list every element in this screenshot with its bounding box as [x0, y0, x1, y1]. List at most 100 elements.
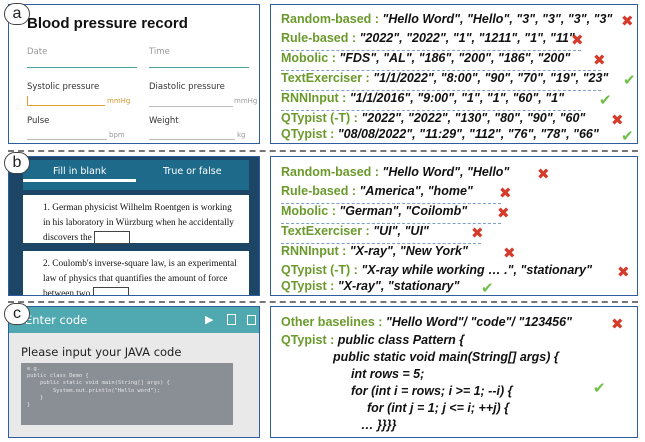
generated-values: "X-ray", "New York" [349, 244, 468, 258]
pulse-unit: bpm [109, 131, 125, 139]
cross-icon: ✖ [621, 12, 634, 30]
answer-blank-1[interactable] [94, 231, 131, 245]
quiz-screenshot: Fill in blank True or false 1. German ph… [8, 156, 260, 296]
quiz-tab-bar: Fill in blank True or false [23, 160, 249, 190]
result-row: Random-based : "Hello Word", "Hello" [281, 165, 509, 179]
method-label: Other baselines : [281, 315, 386, 329]
method-label: TextExerciser : [281, 224, 374, 238]
method-label: RNNInput : [281, 91, 350, 105]
section-divider [8, 150, 638, 152]
result-row: QTypist (-T) : "2022", "2022", "130", "8… [281, 111, 585, 125]
generated-values: "2022", "2022", "1", "1211", "1", "11" [359, 31, 575, 45]
result-row: RNNInput : "1/1/2016", "9:00", "1", "1",… [281, 91, 564, 105]
result-row: QTypist : "08/08/2022", "11:29", "112", … [281, 127, 599, 141]
method-label: Rule-based : [281, 184, 360, 198]
cross-icon: ✖ [499, 184, 512, 202]
generated-values: "08/08/2022", "11:29", "112", "76", "78"… [337, 127, 599, 141]
cross-icon: ✖ [497, 204, 510, 222]
code-input[interactable]: e.g. public class Demo { public static v… [21, 363, 233, 425]
question-card-2: 2. Coulomb's inverse-square law, is an e… [23, 251, 249, 296]
pulse-field[interactable] [27, 139, 107, 140]
method-label: Rule-based : [281, 31, 360, 45]
blood-pressure-screenshot: Blood pressure record Date Time Systolic… [8, 4, 260, 144]
form-title: Blood pressure record [27, 15, 188, 32]
code-line: int rows = 5; [351, 367, 425, 381]
app-bar-title: Enter code [25, 313, 88, 327]
method-label: QTypist : [281, 127, 338, 141]
generated-values: "2022", "2022", "130", "80", "90", "60" [361, 111, 586, 125]
panel-c-results: Other baselines : "Hello Word"/ "code"/ … [270, 306, 638, 438]
result-row: QTypist (-T) : "X-ray while working … ."… [281, 263, 592, 277]
section-divider [8, 301, 638, 303]
date-field[interactable] [27, 67, 137, 68]
method-label: RNNInput : [281, 244, 350, 258]
check-icon: ✔ [593, 379, 606, 397]
result-row: TextExerciser : "UI", "UI" [281, 224, 429, 238]
result-row: Mobolic : "German", "Coilomb" [281, 204, 467, 218]
app-bar: Enter code ▶ [9, 307, 259, 333]
result-row: QTypist : public class Pattern { [281, 333, 464, 347]
tab-true-or-false[interactable]: True or false [163, 166, 222, 177]
method-label: QTypist (-T) : [281, 111, 362, 125]
time-field[interactable] [149, 67, 249, 68]
method-label: QTypist : [281, 279, 338, 293]
result-row: Random-based : "Hello Word", "Hello", "3… [281, 12, 612, 26]
result-row: QTypist : "X-ray", "stationary" [281, 279, 459, 293]
method-label: QTypist : [281, 333, 338, 347]
generated-values: "X-ray while working … .", "stationary" [361, 263, 593, 277]
answer-blank-2[interactable] [92, 287, 129, 295]
generated-values: "FDS", "AL", "186", "200", "186", "200" [339, 51, 571, 65]
code-line: public static void main(String[] args) { [333, 350, 559, 364]
question-2-text: 2. Coulomb's inverse-square law, is an e… [43, 259, 237, 296]
method-label: Mobolic : [281, 204, 340, 218]
code-line: for (int j = 1; j <= i; ++j) { [367, 401, 510, 415]
active-tab-indicator [23, 179, 136, 182]
code-prompt: Please input your JAVA code [21, 345, 182, 359]
result-row: Mobolic : "FDS", "AL", "186", "200", "18… [281, 51, 570, 65]
date-label: Date [27, 47, 48, 57]
generated-values: "X-ray", "stationary" [337, 279, 460, 293]
diastolic-label: Diastolic pressure [149, 82, 225, 92]
tab-fill-in-blank[interactable]: Fill in blank [53, 166, 106, 177]
cross-icon: ✖ [571, 31, 584, 49]
method-label: Mobolic : [281, 51, 340, 65]
generated-values: "German", "Coilomb" [339, 204, 468, 218]
weight-field[interactable] [149, 139, 235, 140]
systolic-unit: mmHg [107, 97, 131, 105]
panel-a-badge: a [4, 3, 30, 25]
exit-icon[interactable] [247, 315, 256, 325]
check-icon: ✔ [623, 71, 636, 89]
generated-values: "America", "home" [359, 184, 473, 198]
generated-values: "Hello Word", "Hello" [382, 165, 510, 179]
code-input-screenshot: Enter code ▶ Please input your JAVA code… [8, 306, 260, 438]
result-row: Rule-based : "2022", "2022", "1", "1211"… [281, 31, 575, 45]
run-icon[interactable]: ▶ [205, 313, 213, 326]
systolic-field[interactable] [27, 96, 105, 106]
method-label: Random-based : [281, 165, 383, 179]
cross-icon: ✖ [593, 51, 606, 69]
panel-a-results: Random-based : "Hello Word", "Hello", "3… [270, 4, 638, 145]
cross-icon: ✖ [537, 165, 550, 183]
panel-c-badge: c [4, 303, 30, 325]
result-row: TextExerciser : "1/1/2022", "8:00", "90"… [281, 71, 608, 85]
result-row: Rule-based : "America", "home" [281, 184, 473, 198]
method-label: QTypist (-T) : [281, 263, 362, 277]
time-label: Time [149, 47, 170, 57]
method-label: TextExerciser : [281, 71, 374, 85]
file-icon[interactable] [227, 314, 236, 325]
weight-label: Weight [149, 116, 179, 126]
panel-b-badge: b [4, 152, 30, 174]
check-icon: ✔ [599, 91, 612, 109]
result-row: Other baselines : "Hello Word"/ "code"/ … [281, 315, 572, 329]
generated-values: "Hello Word", "Hello", "3", "3", "3", "3… [382, 12, 613, 26]
weight-unit: kg [237, 131, 246, 139]
generated-values: "1/1/2016", "9:00", "1", "1", "60", "1" [349, 91, 565, 105]
systolic-label: Systolic pressure [27, 82, 100, 92]
diastolic-field[interactable] [149, 106, 233, 107]
check-icon: ✔ [621, 127, 634, 145]
code-line: … }}}} [361, 418, 397, 432]
result-row: RNNInput : "X-ray", "New York" [281, 244, 468, 258]
panel-b-results: Random-based : "Hello Word", "Hello" ✖ R… [270, 156, 638, 297]
cross-icon: ✖ [471, 224, 484, 242]
cross-icon: ✖ [617, 263, 630, 281]
